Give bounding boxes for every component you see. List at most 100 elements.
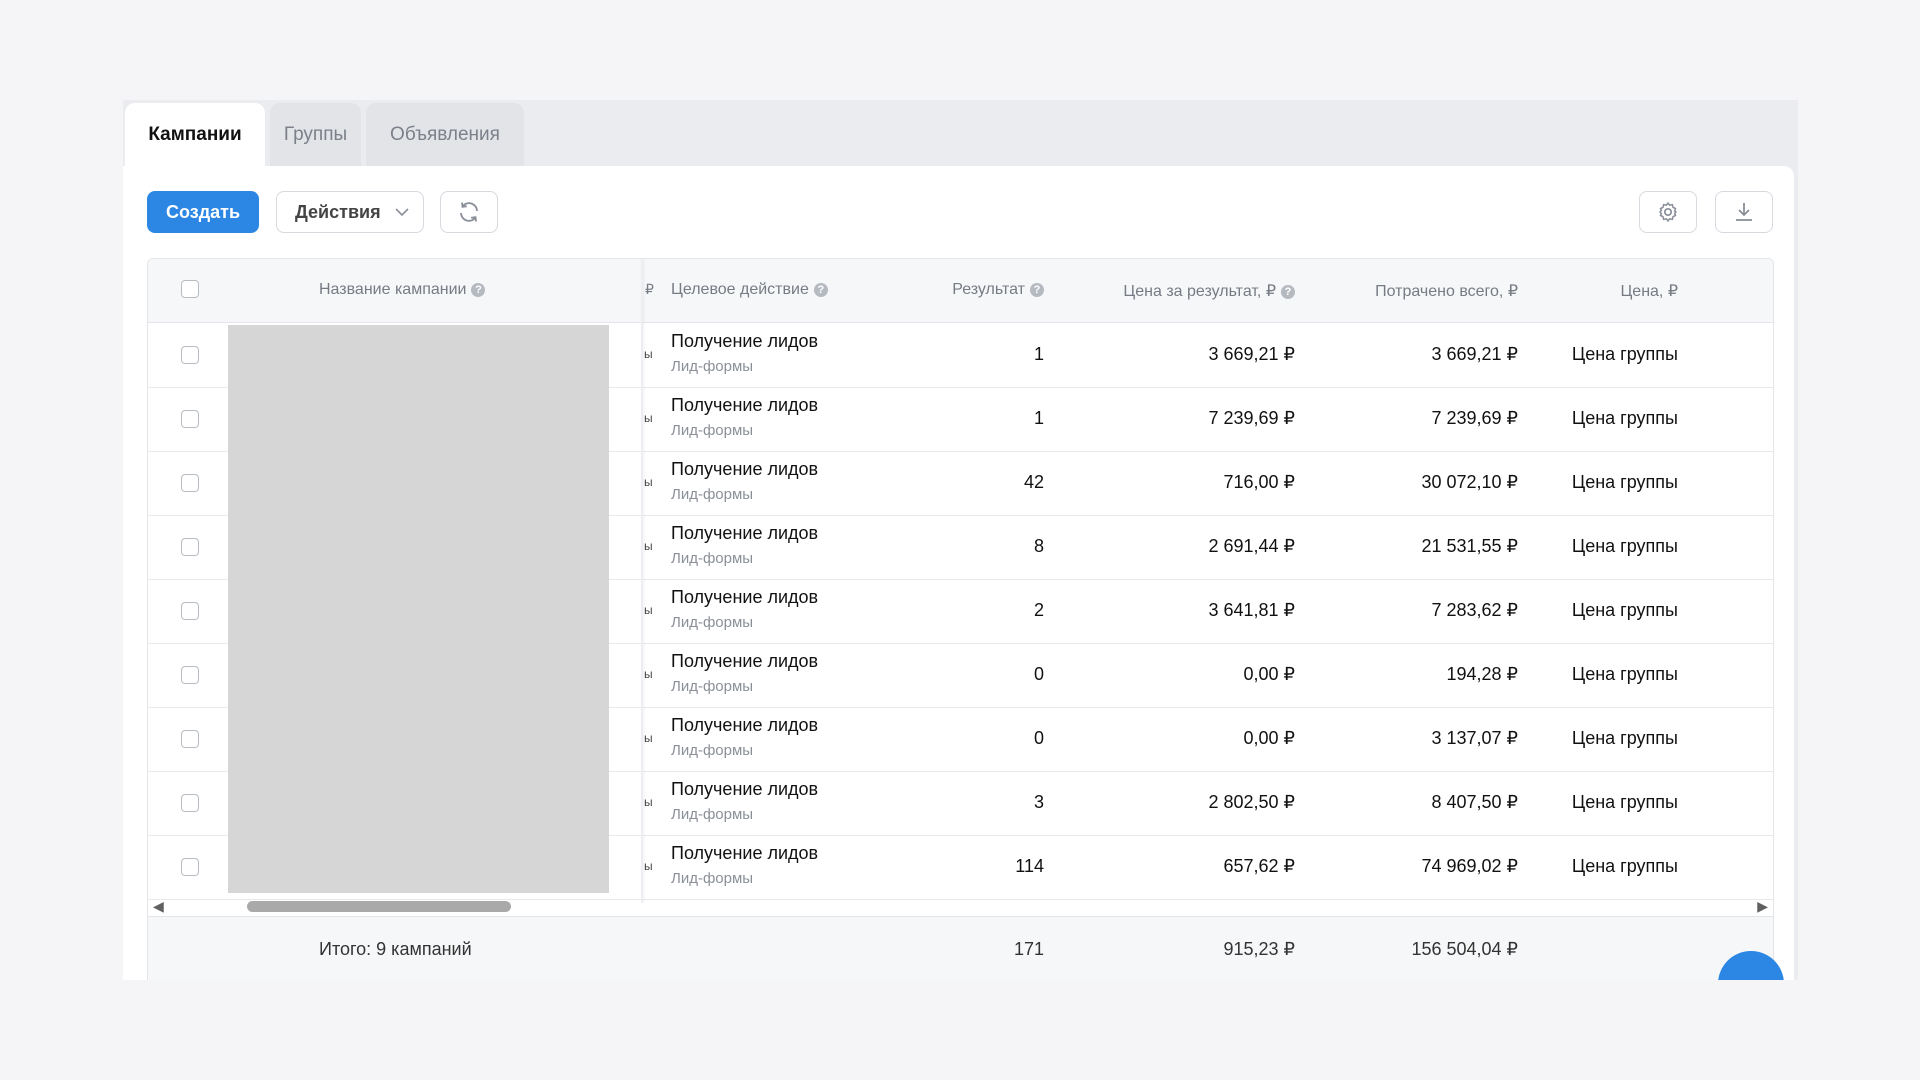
result-cell: 114: [1015, 856, 1044, 876]
result-cell: 1: [1033, 408, 1044, 428]
cost-cell: 2 802,50 ₽: [1208, 792, 1295, 812]
column-header-cut: ₽: [645, 281, 654, 297]
target-action-sub: Лид-формы: [671, 870, 754, 887]
chevron-down-icon: [395, 208, 409, 217]
campaigns-table: Название кампании? ₽ Целевое действие? Р…: [147, 258, 1774, 980]
cut-text: ы: [644, 411, 653, 425]
target-action-sub: Лид-формы: [671, 422, 754, 439]
select-all-checkbox[interactable]: [181, 280, 199, 298]
target-action: Получение лидов: [671, 779, 819, 799]
create-button[interactable]: Создать: [147, 191, 259, 233]
scroll-left-icon[interactable]: ◀: [153, 898, 164, 915]
campaigns-panel: Кампании Группы Объявления Создать Дейст…: [123, 100, 1798, 980]
sticky-column-divider: [641, 259, 643, 903]
result-cell: 8: [1033, 536, 1044, 556]
tab-campaigns[interactable]: Кампании: [125, 103, 265, 166]
price-cell: Цена группы: [1571, 664, 1678, 684]
price-cell: Цена группы: [1571, 472, 1678, 492]
cost-cell: 0,00 ₽: [1243, 664, 1296, 684]
cost-cell: 2 691,44 ₽: [1208, 536, 1295, 556]
help-icon[interactable]: ?: [471, 283, 486, 297]
row-checkbox[interactable]: [181, 730, 199, 748]
column-header-result-label: Результат: [952, 281, 1025, 298]
column-header-result[interactable]: Результат?: [888, 281, 1044, 299]
totals-label: Итого: 9 кампаний: [319, 939, 472, 959]
result-cell: 3: [1033, 792, 1044, 812]
price-cell: Цена группы: [1571, 792, 1678, 812]
refresh-icon: [460, 202, 478, 222]
totals-spent: 156 504,04 ₽: [1411, 939, 1518, 959]
column-header-spent[interactable]: Потрачено всего, ₽: [1298, 281, 1518, 301]
spent-cell: 7 283,62 ₽: [1431, 600, 1518, 620]
cut-text: ы: [644, 795, 653, 809]
horizontal-scrollbar[interactable]: ◀ ▶: [148, 896, 1773, 916]
tab-groups[interactable]: Группы: [270, 103, 361, 166]
result-cell: 42: [1023, 472, 1044, 492]
redacted-campaign-names: [228, 325, 609, 893]
column-header-name-label: Название кампании: [319, 281, 467, 298]
price-cell: Цена группы: [1571, 408, 1678, 428]
price-cell: Цена группы: [1571, 856, 1678, 876]
row-checkbox[interactable]: [181, 602, 199, 620]
target-action-sub: Лид-формы: [671, 678, 754, 695]
target-action: Получение лидов: [671, 523, 819, 543]
row-checkbox[interactable]: [181, 794, 199, 812]
result-cell: 0: [1033, 728, 1044, 748]
result-cell: 2: [1033, 600, 1044, 620]
price-cell: Цена группы: [1571, 600, 1678, 620]
cut-text: ы: [644, 539, 653, 553]
page-bottom-background: [0, 980, 1920, 1080]
actions-dropdown[interactable]: Действия: [276, 191, 424, 233]
spent-cell: 194,28 ₽: [1446, 664, 1518, 684]
column-header-cost-per-result[interactable]: Цена за результат, ₽?: [1028, 281, 1295, 301]
row-checkbox[interactable]: [181, 474, 199, 492]
cut-text: ы: [644, 347, 653, 361]
settings-button[interactable]: [1639, 191, 1697, 233]
target-action: Получение лидов: [671, 651, 819, 671]
cut-text: ы: [644, 667, 653, 681]
table-header: Название кампании? ₽ Целевое действие? Р…: [148, 259, 1773, 323]
row-checkbox[interactable]: [181, 346, 199, 364]
cut-text: ы: [644, 603, 653, 617]
spent-cell: 30 072,10 ₽: [1421, 472, 1518, 492]
help-icon[interactable]: ?: [1281, 285, 1295, 299]
scrollbar-thumb[interactable]: [247, 901, 511, 912]
column-header-name[interactable]: Название кампании?: [319, 281, 486, 299]
campaigns-card: Создать Действия Название кампании ? ₽ Ц…: [123, 166, 1794, 980]
column-header-target-label: Целевое действие: [671, 281, 809, 298]
spent-cell: 3 669,21 ₽: [1431, 344, 1518, 364]
target-action: Получение лидов: [671, 843, 819, 863]
spent-cell: 7 239,69 ₽: [1431, 408, 1518, 428]
totals-row: Итого: 9 кампаний 171 915,23 ₽ 156 504,0…: [148, 916, 1773, 980]
target-action: Получение лидов: [671, 587, 819, 607]
cost-cell: 3 669,21 ₽: [1208, 344, 1295, 364]
totals-cost: 915,23 ₽: [1223, 939, 1295, 959]
download-icon: [1736, 203, 1752, 221]
column-header-target[interactable]: Целевое действие?: [671, 281, 828, 299]
target-action-sub: Лид-формы: [671, 806, 754, 823]
row-checkbox[interactable]: [181, 410, 199, 428]
target-action-sub: Лид-формы: [671, 358, 754, 375]
help-icon[interactable]: ?: [813, 283, 828, 297]
column-header-price[interactable]: Цена, ₽: [1568, 281, 1678, 301]
spent-cell: 21 531,55 ₽: [1421, 536, 1518, 556]
scroll-right-icon[interactable]: ▶: [1757, 898, 1768, 915]
cost-cell: 657,62 ₽: [1223, 856, 1295, 876]
gear-icon: [1659, 202, 1677, 222]
column-header-cost-label: Цена за результат, ₽: [1123, 283, 1276, 300]
spent-cell: 8 407,50 ₽: [1431, 792, 1518, 812]
target-action: Получение лидов: [671, 331, 819, 351]
cut-text: ы: [644, 731, 653, 745]
cut-text: ы: [644, 475, 653, 489]
target-action-sub: Лид-формы: [671, 614, 754, 631]
download-button[interactable]: [1715, 191, 1773, 233]
target-action: Получение лидов: [671, 459, 819, 479]
refresh-button[interactable]: [440, 191, 498, 233]
price-cell: Цена группы: [1571, 344, 1678, 364]
cost-cell: 716,00 ₽: [1223, 472, 1295, 492]
row-checkbox[interactable]: [181, 666, 199, 684]
row-checkbox[interactable]: [181, 858, 199, 876]
row-checkbox[interactable]: [181, 538, 199, 556]
tab-ads[interactable]: Объявления: [366, 103, 524, 166]
target-action-sub: Лид-формы: [671, 486, 754, 503]
